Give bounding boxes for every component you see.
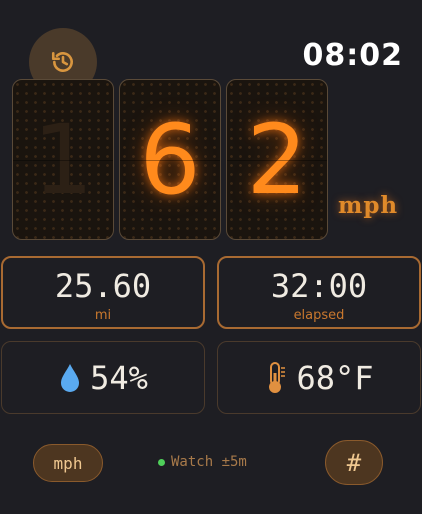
distance-value: 25.60 (54, 267, 152, 305)
speed-digit-ones-value: 2 (246, 103, 308, 216)
thermometer-icon (269, 361, 286, 393)
status-dot-icon (158, 458, 165, 466)
speed-digit-tens: 6 (119, 79, 221, 240)
humidity-card: 54% (1, 341, 205, 414)
speed-digit-hundreds: 1 (12, 79, 114, 240)
elapsed-value: 32:00 (270, 267, 368, 305)
speed-digit-ones: 2 (226, 79, 328, 240)
clock-time: 08:02 (302, 38, 403, 73)
distance-card[interactable]: 25.60 mi (1, 256, 205, 329)
elapsed-label: elapsed (293, 308, 345, 323)
watch-status: Watch ±5m (158, 454, 247, 470)
history-icon (51, 52, 73, 72)
water-drop-icon (61, 363, 80, 392)
speed-digit-tens-value: 6 (139, 103, 201, 216)
speed-unit-label: mph (338, 192, 399, 219)
number-button[interactable]: # (325, 440, 383, 485)
humidity-value: 54% (90, 358, 148, 397)
distance-unit-label: mi (94, 308, 112, 323)
temperature-value: 68°F (296, 358, 374, 397)
elapsed-card[interactable]: 32:00 elapsed (217, 256, 421, 329)
watch-status-label: Watch ±5m (171, 454, 247, 470)
speed-digit-hundreds-value: 1 (32, 103, 94, 216)
temperature-card: 68°F (217, 341, 421, 414)
unit-toggle-button[interactable]: mph (33, 444, 103, 482)
